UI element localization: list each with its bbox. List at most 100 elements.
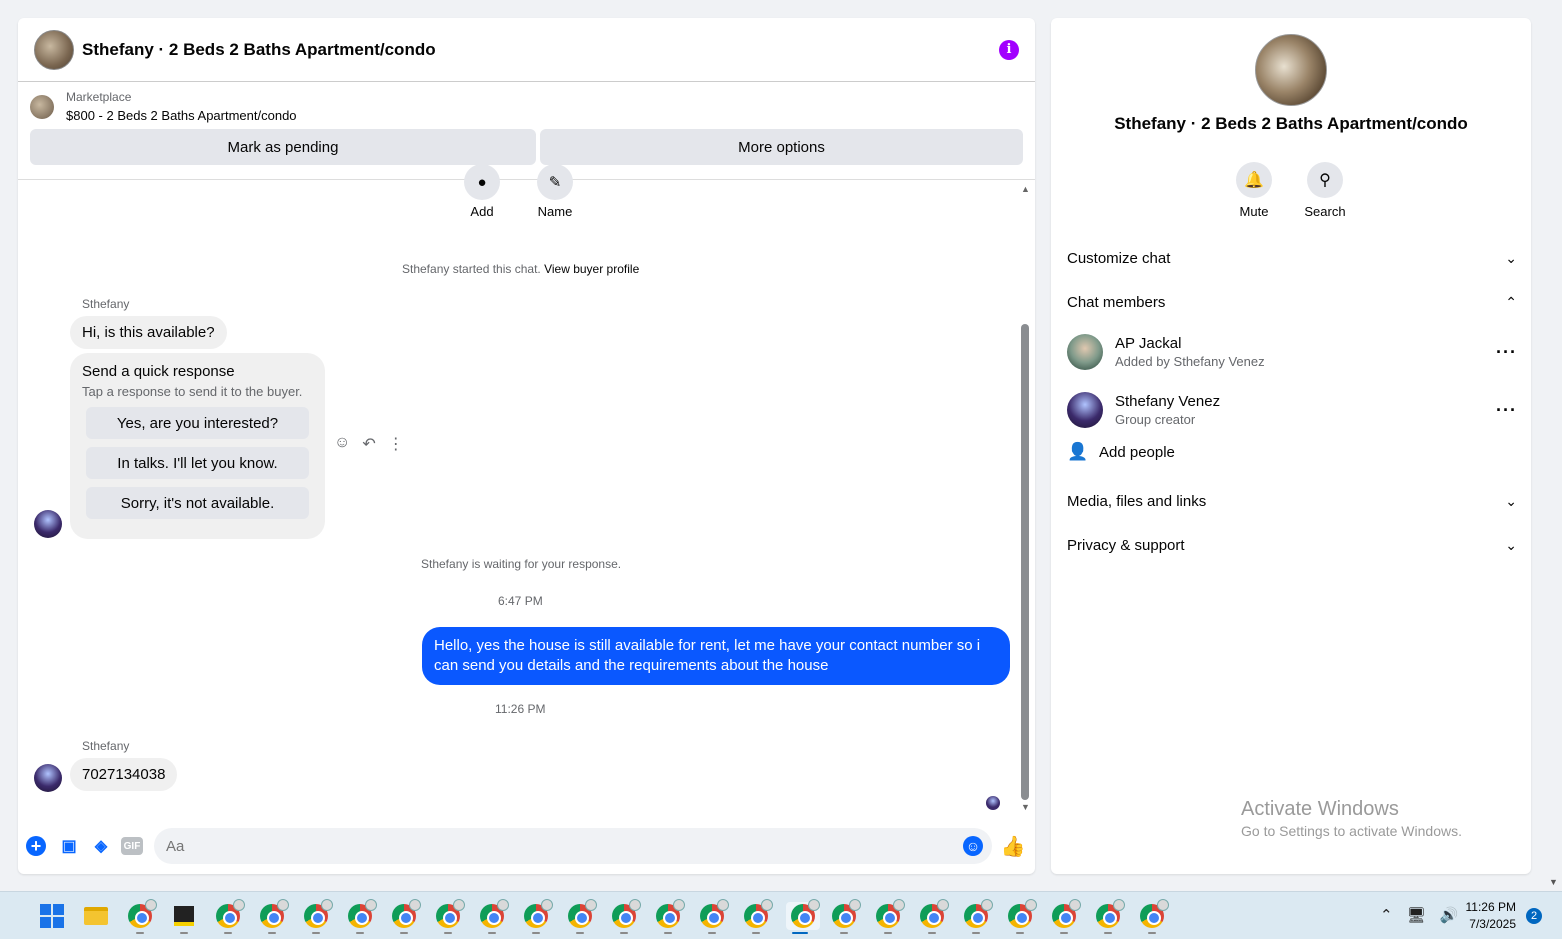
taskbar-chrome[interactable] <box>654 899 685 934</box>
scroll-thumb[interactable] <box>1021 324 1029 800</box>
taskbar-chrome[interactable] <box>522 899 553 934</box>
taskbar-chrome[interactable] <box>962 899 993 934</box>
react-icon[interactable]: ☺ <box>334 434 350 454</box>
sticky-notes-button[interactable] <box>170 902 198 934</box>
member-avatar[interactable] <box>1067 334 1103 370</box>
taskbar-chrome[interactable] <box>610 899 641 934</box>
mark-pending-button[interactable]: Mark as pending <box>30 129 536 165</box>
member-avatar[interactable] <box>1067 392 1103 428</box>
chat-members-section[interactable]: Chat members ⌃ <box>1067 284 1517 320</box>
more-vertical-icon[interactable]: ⋮ <box>388 434 404 454</box>
chrome-icon <box>1140 899 1169 928</box>
folder-icon <box>84 907 108 925</box>
message-bubble[interactable]: 7027134038 <box>70 758 178 791</box>
windows-icon <box>40 904 64 928</box>
taskbar-chrome[interactable] <box>830 899 861 934</box>
image-icon[interactable]: ▣ <box>58 835 80 857</box>
scroll-down-arrow-icon[interactable]: ▼ <box>1021 802 1030 812</box>
taskbar-chrome[interactable] <box>1138 899 1169 934</box>
page-scroll-down-icon[interactable]: ▼ <box>1549 877 1558 887</box>
chat-info-avatar[interactable] <box>1255 34 1327 106</box>
sender-avatar[interactable] <box>34 764 62 792</box>
more-horizontal-icon[interactable]: ··· <box>1496 400 1517 421</box>
gif-icon[interactable]: GIF <box>121 837 143 855</box>
taskbar-chrome-active[interactable] <box>786 899 820 934</box>
listing-thumbnail[interactable] <box>30 95 54 119</box>
taskbar-chrome[interactable] <box>258 899 289 934</box>
chat-avatar[interactable] <box>34 29 74 70</box>
taskbar-chrome[interactable] <box>742 899 773 934</box>
chat-panel: Sthefany · 2 Beds 2 Baths Apartment/cond… <box>18 18 1035 874</box>
taskbar-chrome[interactable] <box>874 899 905 934</box>
seen-indicator-avatar <box>986 796 1000 810</box>
taskbar-chrome[interactable] <box>302 899 333 934</box>
add-action[interactable]: ● Add <box>464 164 500 219</box>
name-action[interactable]: ✎ Name <box>537 164 573 219</box>
chat-title[interactable]: Sthefany · 2 Beds 2 Baths Apartment/cond… <box>82 40 436 60</box>
chrome-icon <box>1052 899 1081 928</box>
plus-icon[interactable]: + <box>26 836 46 856</box>
sender-avatar[interactable] <box>34 510 62 538</box>
reply-icon[interactable]: ↶ <box>362 434 375 454</box>
sent-message-bubble[interactable]: Hello, yes the house is still available … <box>422 627 1010 685</box>
timestamp: 11:26 PM <box>495 702 546 716</box>
marketplace-bar: Marketplace $800 - 2 Beds 2 Baths Apartm… <box>18 82 1035 180</box>
search-action[interactable]: ⚲ Search <box>1295 162 1355 219</box>
network-icon[interactable]: 🖥 <box>1407 906 1426 924</box>
taskbar-chrome[interactable] <box>918 899 949 934</box>
thumbs-up-icon[interactable]: 👍 <box>1001 835 1026 858</box>
listing-title[interactable]: $800 - 2 Beds 2 Baths Apartment/condo <box>66 108 297 123</box>
member-row[interactable]: AP Jackal Added by Sthefany Venez ··· <box>1067 328 1517 376</box>
chevron-up-icon[interactable]: ⌃ <box>1380 906 1393 924</box>
emoji-icon[interactable]: ☺ <box>963 836 983 856</box>
start-button[interactable] <box>38 902 66 930</box>
scrollbar[interactable]: ▲ ▼ <box>1019 184 1031 812</box>
sticker-icon[interactable]: ◈ <box>90 835 112 857</box>
quick-response-talks[interactable]: In talks. I'll let you know. <box>86 447 309 479</box>
member-row[interactable]: Sthefany Venez Group creator ··· <box>1067 386 1517 434</box>
taskbar-chrome[interactable] <box>698 899 729 934</box>
clock[interactable]: 11:26 PM 7/3/2025 <box>1460 900 1516 931</box>
more-horizontal-icon[interactable]: ··· <box>1496 342 1517 363</box>
privacy-label: Privacy & support <box>1067 536 1185 554</box>
chrome-icon <box>1096 899 1125 928</box>
taskbar-chrome[interactable] <box>214 899 245 934</box>
taskbar-chrome[interactable] <box>1006 899 1037 934</box>
taskbar-chrome[interactable] <box>126 899 157 934</box>
view-buyer-profile-link[interactable]: View buyer profile <box>544 262 639 276</box>
taskbar: ⌃ 🖥 🔊 11:26 PM 7/3/2025 2 <box>0 891 1562 939</box>
taskbar-chrome[interactable] <box>434 899 465 934</box>
quick-response-not-available[interactable]: Sorry, it's not available. <box>86 487 309 519</box>
chrome-icon <box>744 899 773 928</box>
chevron-down-icon: ⌄ <box>1505 492 1517 509</box>
taskbar-chrome[interactable] <box>346 899 377 934</box>
message-list[interactable]: ● Add ✎ Name Sthefany started this chat.… <box>18 164 1035 820</box>
taskbar-chrome[interactable] <box>1094 899 1125 934</box>
quick-response-yes[interactable]: Yes, are you interested? <box>86 407 309 439</box>
add-people-button[interactable]: 👤 Add people <box>1067 442 1175 462</box>
chat-info-panel: Sthefany · 2 Beds 2 Baths Apartment/cond… <box>1051 18 1531 874</box>
media-section[interactable]: Media, files and links ⌄ <box>1067 483 1517 519</box>
info-icon[interactable]: i <box>999 39 1019 60</box>
taskbar-chrome[interactable] <box>1050 899 1081 934</box>
more-options-button[interactable]: More options <box>540 129 1023 165</box>
marketplace-label: Marketplace <box>66 90 132 104</box>
add-person-icon: 👤 <box>1067 442 1089 461</box>
chrome-icon <box>612 899 641 928</box>
mute-action[interactable]: 🔔 Mute <box>1224 162 1284 219</box>
taskbar-chrome[interactable] <box>478 899 509 934</box>
message-actions: ☺ ↶ ⋮ <box>334 434 404 454</box>
message-bubble[interactable]: Hi, is this available? <box>70 316 227 349</box>
chat-started-notice: Sthefany started this chat. View buyer p… <box>402 262 639 276</box>
chrome-icon <box>656 899 685 928</box>
privacy-section[interactable]: Privacy & support ⌄ <box>1067 527 1517 563</box>
customize-chat-section[interactable]: Customize chat ⌄ <box>1067 240 1517 276</box>
message-input[interactable] <box>154 828 992 864</box>
chrome-icon <box>392 899 421 928</box>
taskbar-chrome[interactable] <box>566 899 597 934</box>
notification-badge[interactable]: 2 <box>1526 908 1542 924</box>
taskbar-chrome[interactable] <box>390 899 421 934</box>
scroll-up-arrow-icon[interactable]: ▲ <box>1021 184 1030 194</box>
file-explorer-button[interactable] <box>82 902 110 930</box>
volume-icon[interactable]: 🔊 <box>1440 906 1459 924</box>
